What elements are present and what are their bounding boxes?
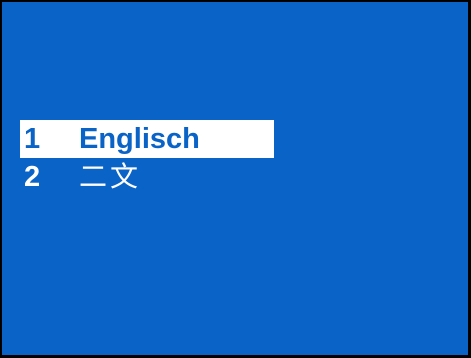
menu-item-label: 二文 [79,160,142,193]
menu-item-second-language[interactable]: 2 二文 [20,158,280,196]
menu-item-englisch[interactable]: 1 Englisch [20,120,274,158]
menu-item-number: 1 [24,123,41,155]
language-select-screen: 1 Englisch 2 二文 [0,0,471,358]
menu-item-label: Englisch [79,123,200,155]
language-menu: 1 Englisch 2 二文 [20,120,280,196]
menu-item-number: 2 [24,161,41,193]
